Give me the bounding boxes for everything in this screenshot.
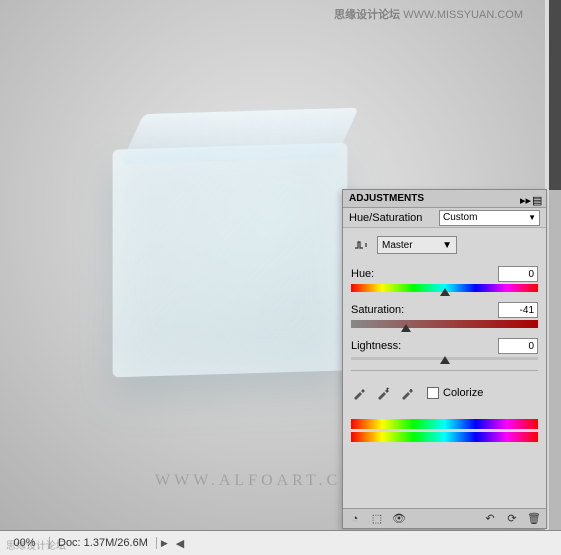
adjustment-type-row: Hue/Saturation Custom ▼ bbox=[343, 208, 546, 228]
info-arrow-icon[interactable]: ▶ bbox=[157, 538, 172, 549]
watermark-cn: 思缘设计论坛 bbox=[334, 9, 400, 21]
lightness-slider[interactable] bbox=[351, 357, 538, 360]
svg-text:+: + bbox=[386, 387, 390, 393]
watermark-top: 思缘设计论坛 WWW.MISSYUAN.COM bbox=[334, 6, 523, 22]
adjustment-name: Hue/Saturation bbox=[349, 212, 439, 224]
collapse-icon[interactable]: ▸▸ bbox=[520, 194, 530, 204]
saturation-input[interactable] bbox=[498, 302, 538, 318]
lightness-thumb[interactable] bbox=[440, 356, 450, 364]
eyedropper-minus-icon[interactable]: - bbox=[399, 385, 415, 401]
spectrum-bars bbox=[351, 419, 538, 442]
saturation-slider[interactable] bbox=[351, 320, 538, 328]
panel-menu-icon[interactable]: ▤ bbox=[532, 194, 542, 204]
watermark-bottom: 思缘设计论坛 bbox=[6, 537, 66, 552]
colorize-row: Colorize bbox=[427, 387, 483, 399]
hue-slider-block: Hue: bbox=[351, 266, 538, 292]
visibility-icon[interactable]: 👁 bbox=[391, 512, 407, 526]
eyedropper-plus-icon[interactable]: + bbox=[375, 385, 391, 401]
clip-icon[interactable]: ◔ bbox=[347, 512, 363, 526]
colorize-label: Colorize bbox=[443, 387, 483, 399]
master-row: Master ▼ bbox=[351, 236, 538, 254]
document-info[interactable]: Doc: 1.37M/26.6M bbox=[50, 537, 157, 549]
preset-dropdown[interactable]: Custom ▼ bbox=[439, 210, 540, 226]
adjustments-panel: ADJUSTMENTS ▸▸ ▤ Hue/Saturation Custom ▼… bbox=[342, 189, 547, 529]
colorize-checkbox[interactable] bbox=[427, 387, 439, 399]
spectrum-bar-bottom bbox=[351, 432, 538, 442]
eyedropper-icon[interactable] bbox=[351, 385, 367, 401]
svg-text:-: - bbox=[410, 387, 412, 393]
reset-icon[interactable]: ⟳ bbox=[504, 512, 520, 526]
spectrum-bar-top bbox=[351, 419, 538, 429]
hue-slider[interactable] bbox=[351, 284, 538, 292]
saturation-thumb[interactable] bbox=[401, 324, 411, 332]
prev-state-icon[interactable]: ↶ bbox=[482, 512, 498, 526]
trash-icon[interactable]: 🗑 bbox=[526, 512, 542, 526]
panel-dock-edge[interactable] bbox=[549, 0, 561, 190]
eyedropper-row: + - Colorize bbox=[351, 379, 538, 407]
lightness-input[interactable] bbox=[498, 338, 538, 354]
watermark-url: WWW.MISSYUAN.COM bbox=[403, 9, 523, 21]
preset-icon[interactable]: ⬚ bbox=[369, 512, 385, 526]
status-bar: 00% Doc: 1.37M/26.6M ▶ ◀ bbox=[0, 530, 561, 555]
targeted-adjust-icon[interactable] bbox=[351, 237, 371, 253]
dropdown-arrow-icon: ▼ bbox=[528, 213, 536, 222]
preset-value: Custom bbox=[443, 212, 477, 223]
ice-cube-artwork bbox=[113, 143, 348, 378]
saturation-slider-block: Saturation: bbox=[351, 302, 538, 328]
saturation-label: Saturation: bbox=[351, 304, 404, 316]
scroll-left-icon[interactable]: ◀ bbox=[172, 537, 188, 550]
hue-label: Hue: bbox=[351, 268, 374, 280]
channel-value: Master bbox=[382, 240, 413, 251]
watermark-alfoart: WWW.ALFOART.C bbox=[155, 472, 341, 490]
hue-input[interactable] bbox=[498, 266, 538, 282]
panel-footer: ◔ ⬚ 👁 ↶ ⟳ 🗑 bbox=[343, 508, 546, 528]
channel-dropdown[interactable]: Master ▼ bbox=[377, 236, 457, 254]
dropdown-arrow-icon: ▼ bbox=[442, 240, 452, 251]
lightness-slider-block: Lightness: bbox=[351, 338, 538, 360]
panel-header[interactable]: ADJUSTMENTS ▸▸ ▤ bbox=[343, 190, 546, 208]
panel-body: Master ▼ Hue: Saturation: Lig bbox=[343, 228, 546, 449]
hue-thumb[interactable] bbox=[440, 288, 450, 296]
divider bbox=[351, 370, 538, 371]
lightness-label: Lightness: bbox=[351, 340, 401, 352]
panel-title: ADJUSTMENTS bbox=[349, 193, 424, 204]
